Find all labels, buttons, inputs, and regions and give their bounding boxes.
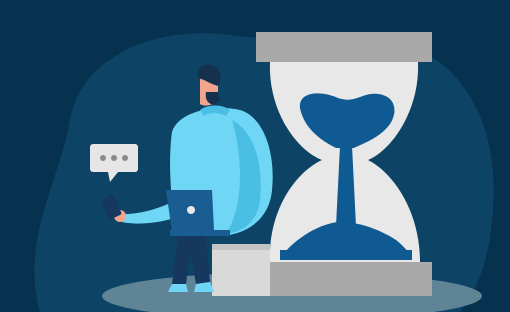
seat-block (212, 244, 270, 296)
hourglass-illustration (34, 32, 494, 312)
illustration-scene (0, 0, 510, 312)
